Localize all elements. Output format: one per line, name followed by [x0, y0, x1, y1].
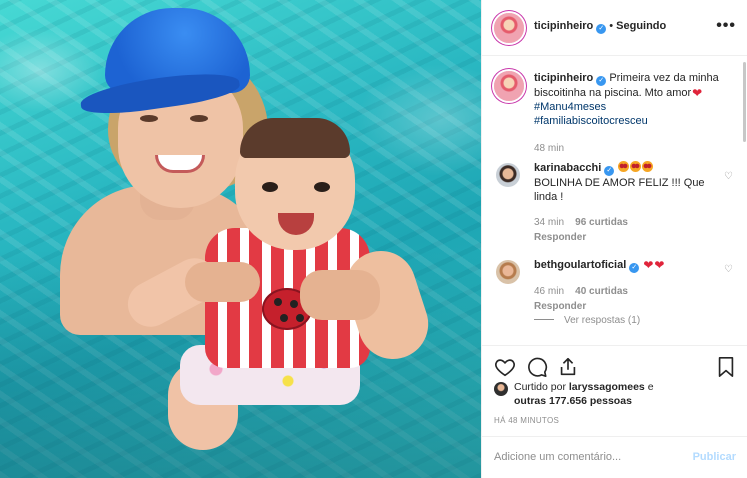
verified-badge-icon: ✓: [604, 166, 615, 176]
like-comment-heart-icon[interactable]: ♡: [724, 171, 733, 182]
comment-time[interactable]: 34 min: [534, 217, 564, 228]
liker-username[interactable]: laryssagomees: [569, 381, 645, 393]
likes-prefix: Curtido por: [514, 381, 566, 393]
post-photo[interactable]: [0, 0, 481, 478]
comment-bubble-icon[interactable]: [526, 356, 548, 378]
commenter-avatar[interactable]: [496, 260, 520, 284]
likes-connector: e: [647, 381, 654, 393]
author-avatar[interactable]: [494, 13, 524, 43]
publish-button[interactable]: Publicar: [693, 451, 736, 463]
likes-text: Curtido por laryssagomees e outras 177.6…: [514, 380, 734, 408]
red-heart-icon: ❤: [643, 258, 654, 272]
post-header: ticipinheiro ✓ • Seguindo •••: [482, 0, 747, 56]
comment-item: bethgoulartoficial ✓ ❤❤ 46 min 40 curtida…: [494, 258, 739, 318]
heart-eyes-emoji-icon: [630, 161, 642, 172]
hashtag-link[interactable]: #Manu4meses: [534, 100, 724, 114]
action-bar: [482, 345, 747, 385]
comment-likes[interactable]: 96 curtidas: [575, 217, 628, 228]
heart-eyes-emoji-icon: [642, 161, 654, 172]
view-replies-label[interactable]: Ver respostas (1): [564, 315, 640, 326]
comment-meta: 46 min 40 curtidas: [534, 285, 724, 299]
red-heart-icon: ❤: [654, 258, 665, 272]
commenter-avatar[interactable]: [496, 163, 520, 187]
comment-input[interactable]: [494, 447, 679, 467]
mother-eye-left: [140, 115, 158, 122]
hashtag-link[interactable]: #familiabiscoitocresceu: [534, 114, 724, 128]
baby-eye-left: [262, 182, 278, 192]
baby-eye-right: [314, 182, 330, 192]
verified-badge-icon: ✓: [596, 76, 607, 86]
comments-section: ticipinheiro ✓ Primeira vez da minha bisc…: [482, 57, 747, 347]
reply-button[interactable]: Responder: [534, 300, 724, 314]
verified-badge-icon: ✓: [629, 263, 640, 273]
more-options-icon[interactable]: •••: [716, 17, 736, 35]
like-comment-heart-icon[interactable]: ♡: [724, 264, 733, 275]
reply-button[interactable]: Responder: [534, 231, 724, 245]
comment-username[interactable]: karinabacchi: [534, 162, 601, 174]
following-button[interactable]: Seguindo: [616, 20, 666, 32]
caption: ticipinheiro ✓ Primeira vez da minha bisc…: [494, 71, 739, 171]
liker-avatar[interactable]: [494, 382, 508, 396]
verified-badge-icon: ✓: [596, 24, 607, 34]
mother-hand-right: [300, 270, 380, 320]
baby-hair: [240, 118, 350, 158]
add-comment-bar: Publicar: [482, 436, 747, 478]
comment-meta: 34 min 96 curtidas: [534, 216, 724, 230]
share-icon[interactable]: [557, 356, 579, 378]
comment-username[interactable]: bethgoulartoficial: [534, 259, 626, 271]
like-heart-icon[interactable]: [494, 356, 516, 378]
comment-item: karinabacchi ✓ BOLINHA DE AMOR FELIZ !!! …: [494, 161, 739, 243]
comment-likes[interactable]: 40 curtidas: [575, 286, 628, 297]
likes-others[interactable]: outras 177.656 pessoas: [514, 395, 632, 407]
author-username[interactable]: ticipinheiro: [534, 20, 593, 32]
mother-eye-right: [190, 115, 208, 122]
caption-avatar[interactable]: [494, 71, 524, 101]
bookmark-icon[interactable]: [716, 356, 736, 378]
author-line: ticipinheiro ✓ • Seguindo: [534, 20, 666, 34]
comment-time[interactable]: 46 min: [534, 286, 564, 297]
caption-body: ticipinheiro ✓ Primeira vez da minha bisc…: [534, 71, 724, 156]
comment-body: karinabacchi ✓ BOLINHA DE AMOR FELIZ !!! …: [534, 161, 724, 245]
post-side-panel: ticipinheiro ✓ • Seguindo ••• ticipinheiro ✓…: [481, 0, 747, 478]
comment-text: BOLINHA DE AMOR FELIZ !!! Que linda !: [534, 177, 705, 203]
post-timestamp[interactable]: HÁ 48 MINUTOS: [494, 416, 559, 425]
comment-body: bethgoulartoficial ✓ ❤❤ 46 min 40 curtida…: [534, 258, 724, 314]
heart-eyes-emoji-icon: [618, 161, 630, 172]
view-replies-link[interactable]: Ver respostas (1): [534, 315, 640, 326]
caption-username[interactable]: ticipinheiro: [534, 72, 593, 84]
separator-dot: •: [609, 20, 614, 32]
replies-line: [534, 319, 554, 320]
mother-hand-left: [185, 262, 260, 302]
caption-time[interactable]: 48 min: [534, 142, 724, 156]
red-heart-icon: ❤: [692, 86, 703, 100]
